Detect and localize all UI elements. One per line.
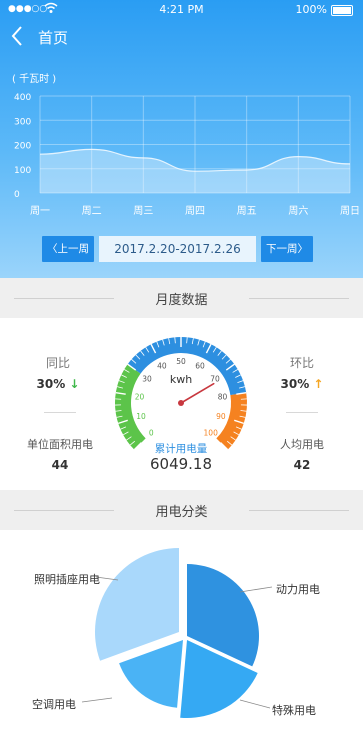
yoy-stat: 同比 30% ↓ bbox=[28, 354, 88, 391]
gauge-tick-label: 20 bbox=[135, 392, 145, 401]
leader-line bbox=[239, 586, 273, 593]
gauge-tick-label: 60 bbox=[195, 362, 205, 371]
x-tick-label: 周三 bbox=[133, 205, 153, 217]
gauge-tick-label: 30 bbox=[142, 374, 152, 383]
y-tick-label: 0 bbox=[14, 190, 20, 200]
gauge-band-mid bbox=[127, 337, 247, 396]
gauge-hub bbox=[178, 400, 184, 406]
gauge-tick bbox=[186, 337, 188, 344]
divider bbox=[249, 510, 349, 511]
next-week-button[interactable]: 下一周〉 bbox=[261, 236, 313, 262]
gauge-needle bbox=[180, 382, 215, 404]
gauge-tick-label: 40 bbox=[157, 362, 167, 371]
mom-stat: 环比 30% ↑ bbox=[272, 354, 332, 391]
per-area-value: 44 bbox=[51, 458, 69, 472]
mom-value: 30% bbox=[280, 377, 310, 391]
mom-value-row: 30% ↑ bbox=[272, 377, 332, 391]
x-tick-label: 周二 bbox=[82, 205, 102, 217]
gauge-tick-label: 50 bbox=[176, 357, 186, 366]
mom-label: 环比 bbox=[289, 356, 314, 370]
category-section-header: 用电分类 bbox=[0, 490, 363, 530]
per-area-label: 单位面积用电 bbox=[27, 438, 93, 451]
gauge-unit: kwh bbox=[170, 373, 192, 386]
prev-week-label: 上一周 bbox=[57, 243, 90, 255]
yoy-label: 同比 bbox=[45, 356, 70, 370]
monthly-section-header: 月度数据 bbox=[0, 278, 363, 318]
x-tick-label: 周四 bbox=[185, 205, 205, 217]
next-week-label: 下一周 bbox=[266, 243, 298, 255]
gauge-tick-label: 90 bbox=[216, 412, 226, 421]
divider bbox=[44, 412, 76, 413]
arrow-down-icon: ↓ bbox=[69, 377, 80, 391]
yoy-value-row: 30% ↓ bbox=[28, 377, 88, 391]
category-panel: 照明插座用电 动力用电 特殊用电 空调用电 bbox=[0, 530, 363, 735]
yoy-value: 30% bbox=[36, 377, 66, 391]
prev-week-button[interactable]: 〈上一周 bbox=[42, 236, 94, 262]
header-panel: ●●●○○ 4:21 PM 100% 首页 ( 千瓦时 ) 400 300 200 1… bbox=[0, 0, 363, 278]
gauge-tick-label: 100 bbox=[204, 429, 219, 438]
gauge-tick-label: 0 bbox=[149, 429, 154, 438]
week-range: 2017.2.20-2017.2.26 bbox=[99, 236, 256, 262]
per-capita-label: 人均用电 bbox=[280, 438, 324, 451]
weekly-usage-chart: 400 300 200 100 0 周一 周二 周三 周四 周五 周六 周日 bbox=[14, 93, 360, 217]
gauge-tick-label: 70 bbox=[210, 374, 220, 383]
pie-label-power: 动力用电 bbox=[276, 583, 320, 596]
battery-icon bbox=[331, 5, 353, 16]
x-tick-label: 周五 bbox=[237, 205, 257, 217]
y-tick-label: 200 bbox=[14, 142, 31, 152]
gauge-tick-label: 80 bbox=[218, 392, 228, 401]
page-title: 首页 bbox=[38, 29, 69, 47]
per-capita-stat: 人均用电 42 bbox=[262, 436, 342, 472]
gauge-band-low bbox=[114, 364, 146, 450]
pie-label-ac: 空调用电 bbox=[32, 698, 76, 711]
gauge-caption: 累计用电量 bbox=[154, 443, 208, 455]
pie-slice-lighting bbox=[95, 548, 179, 661]
battery-percent: 100% bbox=[295, 3, 327, 16]
divider bbox=[286, 412, 318, 413]
x-tick-label: 周日 bbox=[340, 205, 360, 217]
gauge-tick bbox=[174, 337, 176, 344]
nav-bar: 首页 bbox=[0, 24, 363, 50]
x-tick-label: 周六 bbox=[288, 205, 308, 217]
leader-line bbox=[239, 699, 271, 709]
back-arrow-icon[interactable] bbox=[10, 24, 30, 50]
status-bar: ●●●○○ 4:21 PM 100% bbox=[0, 0, 363, 20]
y-tick-label: 100 bbox=[14, 166, 31, 176]
pie-label-special: 特殊用电 bbox=[272, 704, 316, 717]
chevron-left-icon: 〈 bbox=[47, 243, 58, 255]
y-tick-label: 300 bbox=[14, 117, 31, 127]
per-area-stat: 单位面积用电 44 bbox=[14, 436, 106, 472]
gauge-tick-label: 10 bbox=[136, 412, 146, 421]
leader-line bbox=[81, 697, 113, 703]
x-tick-label: 周一 bbox=[30, 205, 50, 217]
y-tick-label: 400 bbox=[14, 93, 31, 103]
chart-unit-label: ( 千瓦时 ) bbox=[12, 74, 57, 85]
chevron-right-icon: 〉 bbox=[297, 243, 309, 255]
per-capita-value: 42 bbox=[293, 458, 311, 472]
divider bbox=[249, 298, 349, 299]
arrow-up-icon: ↑ bbox=[313, 377, 324, 391]
gauge-total: 6049.18 bbox=[149, 455, 213, 473]
week-navigator: 〈上一周 2017.2.20-2017.2.26 下一周〉 bbox=[42, 236, 313, 262]
pie-label-lighting: 照明插座用电 bbox=[34, 573, 100, 586]
